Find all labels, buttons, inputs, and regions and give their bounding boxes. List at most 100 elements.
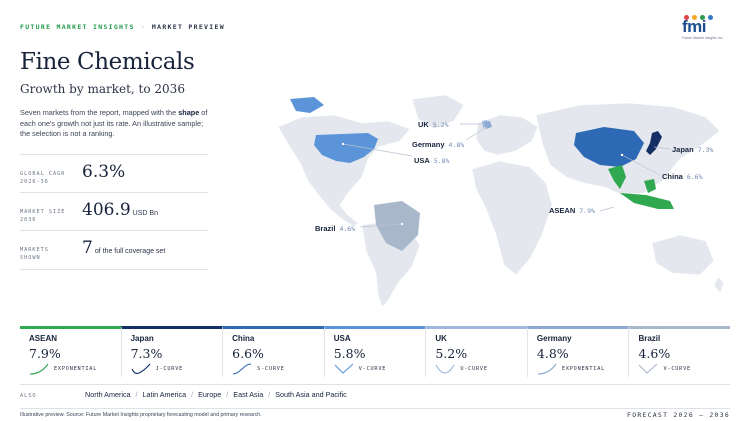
map-label-asean: ASEAN 7.9% <box>549 206 595 215</box>
card-market-name: ASEAN <box>29 334 58 343</box>
card-market-name: UK <box>435 334 447 343</box>
card-market-rate: 5.8% <box>333 346 366 361</box>
card-market-rate: 4.8% <box>536 346 569 361</box>
stat-label-line1: GLOBAL CAGR <box>20 171 66 177</box>
anchor-dot-usa <box>341 142 345 146</box>
anchor-dot-china <box>620 153 624 157</box>
leader-line-asean <box>599 206 615 212</box>
stat-label-line1: MARKETS <box>20 247 49 253</box>
card-growth-shape: EXPONENTIAL <box>54 366 98 372</box>
market-card-uk[interactable]: UK 5.2% U-CURVE <box>425 326 527 377</box>
region-alaska[interactable] <box>290 97 324 113</box>
logo-dot <box>708 15 713 20</box>
region-separator: / <box>268 390 271 399</box>
s-curve-icon <box>233 363 252 375</box>
region-link-south-asia-pacific[interactable]: South Asia and Pacific <box>275 390 347 399</box>
market-card-china[interactable]: China 6.6% S-CURVE <box>222 326 324 377</box>
stat-label: MARKETS SHOWN <box>20 246 49 262</box>
region-link-north-america[interactable]: North America <box>85 390 131 399</box>
card-market-rate: 5.2% <box>435 346 468 361</box>
section-name: MARKET PREVIEW <box>151 23 225 31</box>
map-label-uk: UK 5.2% <box>418 120 449 129</box>
region-link-east-asia[interactable]: East Asia <box>233 390 263 399</box>
logo-word: fmi <box>682 17 707 36</box>
world-map: UK 5.2% Germany 4.8% USA 5.8% Brazil 4.6% Ja… <box>277 94 725 308</box>
region-separator: / <box>191 390 194 399</box>
card-growth-shape: EXPONENTIAL <box>561 366 606 372</box>
stat-unit: of the full coverage set <box>94 248 166 255</box>
anchor-dot-brazil <box>400 222 404 226</box>
card-market-rate: 7.3% <box>130 346 163 361</box>
market-card-brazil[interactable]: Brazil 4.6% V-CURVE <box>628 326 731 377</box>
page-subtitle: Growth by market, to 2036 <box>20 82 185 96</box>
land-new-zealand <box>713 276 725 294</box>
footer: Illustrative preview. Source: Future Mar… <box>20 408 730 421</box>
also-label: ALSO <box>20 393 37 399</box>
map-label-brazil: Brazil 4.6% <box>315 224 355 233</box>
market-cards: ASEAN 7.9% EXPONENTIAL Japan 7.3% J-CURV… <box>20 326 731 377</box>
market-card-japan[interactable]: Japan 7.3% J-CURVE <box>120 326 223 377</box>
description: Seven markets from the report, mapped wi… <box>20 108 210 140</box>
source-note: Illustrative preview. Source: Future Mar… <box>20 412 262 418</box>
card-market-name: China <box>232 334 255 343</box>
stat-label: GLOBAL CAGR 2026-36 <box>20 170 65 186</box>
market-card-asean[interactable]: ASEAN 7.9% EXPONENTIAL <box>20 326 121 377</box>
v-curve-icon <box>334 363 354 374</box>
page-title: Fine Chemicals <box>20 49 195 75</box>
logo-subtitle: Future Market Insights Inc. <box>682 36 724 40</box>
market-card-germany[interactable]: Germany 4.8% EXPONENTIAL <box>526 326 629 377</box>
stat-number: 7 <box>82 238 93 258</box>
region-links: North America / Latin America / Europe / Ea… <box>85 390 347 399</box>
header-separator: · <box>140 23 146 31</box>
stat-number: 406.9 <box>82 200 131 220</box>
stat-value: 406.9 USD Bn <box>82 200 158 220</box>
key-stats: GLOBAL CAGR 2026-36 6.3% MARKET SIZE 2036 … <box>20 154 208 270</box>
region-separator: / <box>226 390 229 399</box>
description-start: Seven markets from the report, mapped wi… <box>20 108 179 117</box>
card-growth-shape: V-CURVE <box>358 366 387 372</box>
map-label-china: China 6.6% <box>662 172 703 181</box>
land-africa <box>471 160 553 276</box>
stat-label-line1: MARKET SIZE <box>20 209 66 215</box>
card-market-name: Japan <box>130 334 154 343</box>
description-bold: shape <box>178 108 200 117</box>
map-label-usa: USA 5.8% <box>414 156 450 165</box>
forecast-period: FORECAST 2026 – 2036 <box>627 411 730 419</box>
card-growth-shape: J-CURVE <box>155 366 184 372</box>
stat-market-size: MARKET SIZE 2036 406.9 USD Bn <box>20 192 208 230</box>
card-market-name: Germany <box>536 334 572 343</box>
stat-markets-shown: MARKETS SHOWN 7 of the full coverage set <box>20 230 208 270</box>
stat-value: 7 of the full coverage set <box>82 238 165 258</box>
card-growth-shape: V-CURVE <box>663 366 691 372</box>
card-growth-shape: S-CURVE <box>257 366 285 372</box>
land-australia <box>651 234 715 276</box>
exponential-curve-icon <box>29 363 49 375</box>
stat-label-line2: SHOWN <box>20 255 41 261</box>
also-covered: ALSO North America / Latin America / Europ… <box>20 384 730 406</box>
card-market-name: USA <box>333 334 351 343</box>
fmi-logo[interactable]: fmi Future Market Insights Inc. <box>682 15 728 41</box>
region-link-europe[interactable]: Europe <box>198 390 221 399</box>
map-label-japan: Japan 7.3% <box>672 145 713 154</box>
j-curve-icon <box>131 363 151 375</box>
header-line: FUTURE MARKET INSIGHTS · MARKET PREVIEW <box>20 23 225 31</box>
stat-unit: USD Bn <box>132 210 158 217</box>
card-market-rate: 4.6% <box>638 346 671 361</box>
u-curve-icon <box>435 364 455 374</box>
exponential-curve-icon <box>537 363 557 375</box>
stat-label-line2: 2036 <box>20 217 37 223</box>
card-growth-shape: U-CURVE <box>460 366 488 372</box>
card-market-rate: 7.9% <box>29 346 61 361</box>
stat-label: MARKET SIZE 2036 <box>20 208 65 224</box>
brand-name: FUTURE MARKET INSIGHTS <box>20 23 135 31</box>
region-link-latin-america[interactable]: Latin America <box>143 390 187 399</box>
card-market-rate: 6.6% <box>232 346 264 361</box>
v-curve-icon <box>639 363 658 374</box>
card-market-name: Brazil <box>638 334 661 343</box>
stat-label-line2: 2026-36 <box>20 179 49 185</box>
map-label-germany: Germany 4.8% <box>412 140 464 149</box>
stat-number: 6.3% <box>82 162 126 182</box>
region-separator: / <box>135 390 138 399</box>
market-card-usa[interactable]: USA 5.8% V-CURVE <box>323 326 426 377</box>
stat-value: 6.3% <box>82 162 127 182</box>
